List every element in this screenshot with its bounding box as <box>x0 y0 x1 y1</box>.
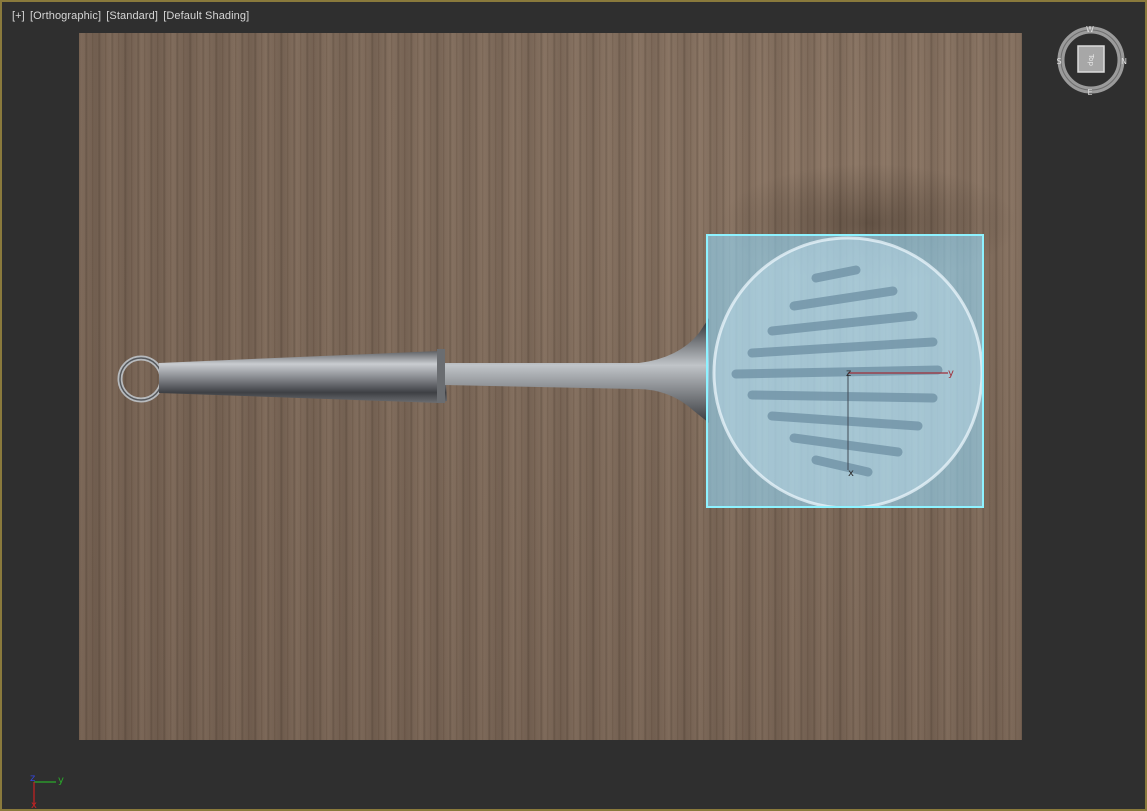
compass-east-label: E <box>1087 88 1092 96</box>
handle <box>159 351 447 403</box>
transform-gizmo[interactable]: z y x <box>708 236 984 508</box>
neck <box>445 318 709 423</box>
world-axis-tripod: z y x <box>30 773 64 810</box>
viewport-standard-menu[interactable]: [Standard] <box>105 10 159 22</box>
world-y-label: y <box>58 775 64 786</box>
selected-object[interactable]: z y x <box>706 234 984 508</box>
viewcube-face-label: Top <box>1087 53 1095 66</box>
gizmo-x-label: x <box>848 468 854 479</box>
spatula-slots <box>731 265 943 477</box>
viewcube[interactable]: Top W N E S <box>1055 24 1127 96</box>
compass-south-label: S <box>1056 57 1061 66</box>
world-z-label: z <box>30 773 35 784</box>
viewport-point-of-view-menu[interactable]: [Orthographic] <box>29 10 102 22</box>
compass-north-label: N <box>1121 57 1127 66</box>
viewport-label-menu: [+] [Orthographic] [Standard] [Default S… <box>11 10 250 22</box>
viewport-shading-menu[interactable]: [Default Shading] <box>162 10 250 22</box>
compass-west-label: W <box>1086 25 1094 34</box>
perspective-viewport[interactable]: [+] [Orthographic] [Standard] [Default S… <box>0 0 1147 811</box>
world-x-label: x <box>31 800 37 810</box>
viewport-general-menu[interactable]: [+] <box>11 10 26 22</box>
reference-image-plane[interactable]: z y x <box>79 33 1022 740</box>
gizmo-z-label: z <box>846 368 851 379</box>
gizmo-y-label: y <box>948 368 954 379</box>
